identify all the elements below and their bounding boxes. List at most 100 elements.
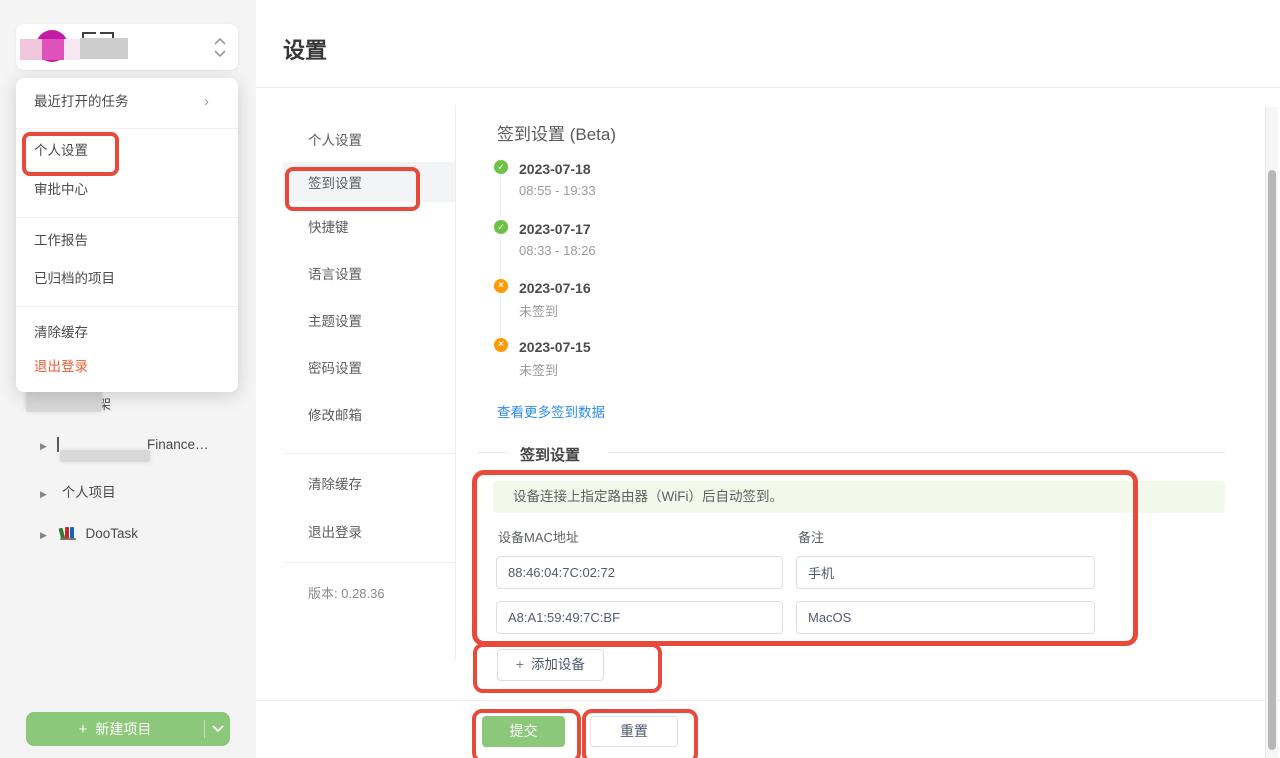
version-text: 版本: 0.28.36 bbox=[283, 579, 455, 609]
nav-item-label: 签到设置 bbox=[308, 176, 362, 191]
nav-item-logout[interactable]: 退出登录 bbox=[283, 518, 455, 548]
nav-item-clear-cache[interactable]: 清除缓存 bbox=[283, 470, 455, 500]
menu-divider bbox=[16, 217, 238, 218]
plus-icon: + bbox=[516, 657, 524, 672]
menu-item-logout[interactable]: 退出登录 bbox=[16, 352, 238, 382]
auto-checkin-alert: 设备连接上指定路由器（WiFi）后自动签到。 bbox=[493, 481, 1225, 513]
nav-item-personal-settings[interactable]: 个人设置 bbox=[283, 126, 455, 156]
new-project-label: 新建项目 bbox=[95, 721, 151, 737]
text-fragment bbox=[57, 437, 59, 452]
nav-item-language-settings[interactable]: 语言设置 bbox=[283, 260, 455, 290]
tree-item-dootask[interactable]: ▶ DooTask bbox=[40, 525, 138, 541]
nav-item-label: 修改邮箱 bbox=[308, 408, 362, 423]
scrollbar-track[interactable] bbox=[1265, 107, 1278, 758]
blur-patch bbox=[26, 391, 102, 412]
menu-item-label: 审批中心 bbox=[34, 182, 88, 197]
menu-item-label: 个人设置 bbox=[34, 143, 88, 158]
page-title: 设置 bbox=[283, 33, 327, 65]
triangle-icon: ▶ bbox=[40, 530, 47, 540]
remark-input[interactable] bbox=[796, 601, 1095, 634]
tree-item-label: 个人项目 bbox=[62, 485, 116, 500]
remark-input[interactable] bbox=[796, 556, 1095, 589]
triangle-icon: ▶ bbox=[40, 441, 47, 451]
triangle-icon: ▶ bbox=[40, 489, 47, 499]
timeline-detail: 未签到 bbox=[519, 301, 558, 320]
nav-divider bbox=[283, 453, 455, 454]
cross-circle-icon: × bbox=[494, 338, 508, 352]
nav-item-password-settings[interactable]: 密码设置 bbox=[283, 354, 455, 384]
nav-item-label: 清除缓存 bbox=[308, 477, 362, 492]
menu-item-label: 最近打开的任务 bbox=[34, 94, 129, 109]
nav-vertical-divider bbox=[455, 105, 456, 660]
reset-button[interactable]: 重置 bbox=[590, 716, 678, 747]
timeline-date: 2023-07-15 bbox=[519, 339, 591, 355]
mac-address-input[interactable] bbox=[496, 556, 783, 589]
timeline-connector bbox=[500, 295, 501, 336]
timeline-detail: 08:55 - 19:33 bbox=[519, 183, 596, 198]
more-checkin-data-link[interactable]: 查看更多签到数据 bbox=[497, 401, 605, 421]
nav-item-label: 语言设置 bbox=[308, 267, 362, 282]
nav-item-change-email[interactable]: 修改邮箱 bbox=[283, 401, 455, 431]
nav-item-label: 密码设置 bbox=[308, 361, 362, 376]
new-project-button[interactable]: + 新建项目 bbox=[26, 712, 230, 746]
nav-divider bbox=[283, 562, 455, 563]
scrollbar-thumb[interactable] bbox=[1268, 170, 1276, 750]
menu-item-label: 清除缓存 bbox=[34, 325, 88, 340]
menu-item-label: 退出登录 bbox=[34, 359, 88, 374]
sidebar: 最近打开的任务 › 个人设置 审批中心 工作报告 已归档的项目 清除缓存 退出 bbox=[0, 0, 256, 758]
mac-address-input[interactable] bbox=[496, 601, 783, 634]
footer-divider bbox=[256, 700, 1280, 701]
app-window: 最近打开的任务 › 个人设置 审批中心 工作报告 已归档的项目 清除缓存 退出 bbox=[0, 0, 1280, 758]
timeline-connector bbox=[500, 177, 501, 218]
menu-item-clear-cache[interactable]: 清除缓存 bbox=[16, 318, 238, 348]
tree-item-personal-project[interactable]: ▶ 个人项目 bbox=[40, 481, 116, 501]
menu-item-work-report[interactable]: 工作报告 bbox=[16, 226, 238, 256]
menu-item-archived-projects[interactable]: 已归档的项目 bbox=[16, 264, 238, 294]
add-device-label: 添加设备 bbox=[531, 657, 585, 672]
section-divider-line bbox=[478, 452, 508, 453]
blur-patch bbox=[42, 39, 64, 60]
submit-button[interactable]: 提交 bbox=[482, 716, 565, 747]
timeline-date: 2023-07-16 bbox=[519, 280, 591, 296]
menu-item-approval-center[interactable]: 审批中心 bbox=[16, 175, 238, 205]
nav-item-label: 退出登录 bbox=[308, 525, 362, 540]
timeline-detail: 未签到 bbox=[519, 360, 558, 379]
blur-patch bbox=[20, 39, 42, 60]
tree-item-label: Finance… bbox=[147, 437, 209, 452]
menu-item-recent-tasks[interactable]: 最近打开的任务 › bbox=[16, 87, 238, 117]
user-card[interactable] bbox=[16, 24, 238, 70]
blur-patch bbox=[64, 39, 80, 60]
tree-item-label: DooTask bbox=[85, 526, 138, 541]
nav-item-checkin-settings[interactable]: 签到设置 bbox=[283, 169, 455, 199]
mac-address-label: 设备MAC地址 bbox=[498, 527, 579, 546]
menu-item-label: 已归档的项目 bbox=[34, 271, 115, 286]
user-menu: 最近打开的任务 › 个人设置 审批中心 工作报告 已归档的项目 清除缓存 退出 bbox=[16, 78, 238, 392]
timeline-date: 2023-07-17 bbox=[519, 221, 591, 237]
check-circle-icon: ✓ bbox=[494, 220, 508, 234]
chevron-down-icon bbox=[211, 724, 225, 734]
header-divider bbox=[256, 87, 1280, 88]
remark-label: 备注 bbox=[798, 527, 824, 546]
menu-item-label: 工作报告 bbox=[34, 233, 88, 248]
expand-chevron-icon bbox=[212, 35, 228, 61]
tree-item-finance[interactable]: ▶ bbox=[40, 437, 47, 452]
timeline-date: 2023-07-18 bbox=[519, 161, 591, 177]
books-icon bbox=[60, 527, 77, 540]
nav-item-label: 主题设置 bbox=[308, 314, 362, 329]
menu-item-personal-settings[interactable]: 个人设置 bbox=[16, 136, 238, 166]
check-circle-icon: ✓ bbox=[494, 160, 508, 174]
nav-item-shortcuts[interactable]: 快捷键 bbox=[283, 213, 455, 243]
arrow-right-icon: › bbox=[204, 87, 209, 117]
add-device-button[interactable]: + 添加设备 bbox=[497, 649, 604, 681]
nav-item-label: 个人设置 bbox=[308, 133, 362, 148]
timeline-connector bbox=[500, 237, 501, 277]
new-project-more-button[interactable] bbox=[205, 712, 230, 746]
panel-heading: 签到设置 (Beta) bbox=[497, 120, 616, 145]
plus-icon: + bbox=[79, 721, 88, 738]
nav-item-theme-settings[interactable]: 主题设置 bbox=[283, 307, 455, 337]
cross-circle-icon: × bbox=[494, 279, 508, 293]
timeline-detail: 08:33 - 18:26 bbox=[519, 243, 596, 258]
section-title: 签到设置 bbox=[520, 444, 580, 465]
menu-divider bbox=[16, 128, 238, 129]
nav-item-label: 快捷键 bbox=[308, 220, 349, 235]
